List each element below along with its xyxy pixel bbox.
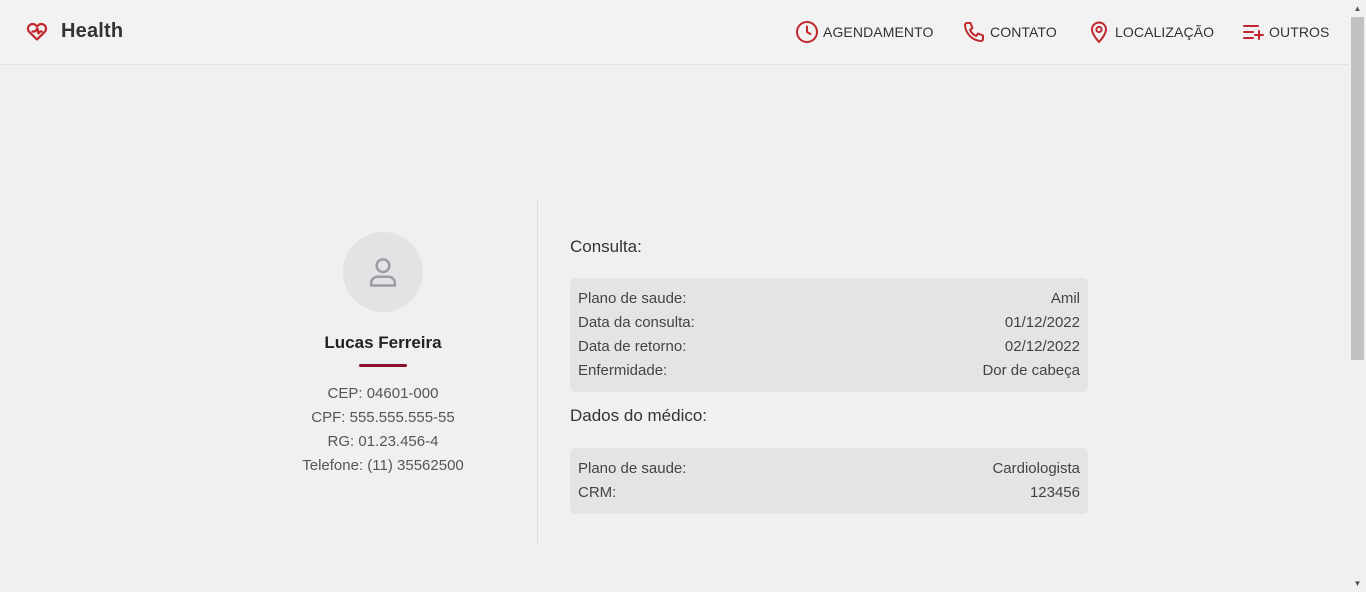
nav-outros-label: OUTROS: [1269, 24, 1330, 40]
nav-outros[interactable]: OUTROS: [1241, 20, 1330, 44]
consulta-row-data-retorno: Data de retorno: 02/12/2022: [578, 335, 1080, 359]
name-underline: [359, 364, 407, 367]
avatar: [343, 232, 423, 312]
medico-title: Dados do médico:: [570, 406, 708, 425]
phone-icon: [964, 22, 984, 42]
medico-row-especialidade: Plano de saude: Cardiologista: [578, 457, 1080, 481]
medico-row-crm: CRM: 123456: [578, 481, 1080, 505]
patient-name: Lucas Ferreira: [324, 333, 442, 352]
nav-contato-label: CONTATO: [990, 24, 1057, 40]
nav-localizacao-label: LOCALIZAÇÃO: [1115, 24, 1215, 40]
patient-telefone: Telefone: (11) 35562500: [302, 457, 464, 474]
consulta-row-plano: Plano de saude: Amil: [578, 287, 1080, 311]
row-value: Amil: [1050, 290, 1080, 307]
nav-agendamento[interactable]: AGENDAMENTO: [795, 20, 934, 44]
medico-card: Plano de saude: Cardiologista CRM: 12345…: [570, 448, 1088, 514]
scrollbar-thumb[interactable]: [1351, 17, 1364, 360]
top-navbar: Health AGENDAMENTO CONTATO LOCALIZAÇÃO O…: [0, 0, 1349, 65]
consulta-card: Plano de saude: Amil Data da consulta: 0…: [570, 278, 1088, 392]
page-scrollbar[interactable]: ▲ ▼: [1349, 0, 1366, 592]
row-value: 01/12/2022: [1004, 314, 1080, 331]
nav-agendamento-label: AGENDAMENTO: [823, 24, 934, 40]
heart-pulse-icon: [26, 22, 48, 41]
vertical-divider: [537, 200, 538, 545]
patient-rg: RG: 01.23.456-4: [327, 433, 439, 450]
patient-profile: Lucas Ferreira CEP: 04601-000 CPF: 555.5…: [283, 232, 483, 478]
brand-logo-link[interactable]: Health: [25, 19, 123, 43]
patient-cep: CEP: 04601-000: [327, 385, 439, 402]
row-value: Dor de cabeça: [982, 362, 1080, 379]
brand-name: Health: [61, 19, 124, 42]
consulta-row-data-consulta: Data da consulta: 01/12/2022: [578, 311, 1080, 335]
consulta-title: Consulta:: [570, 237, 642, 256]
row-label: Data de retorno:: [578, 338, 687, 355]
clock-icon: [796, 21, 818, 43]
row-value: 02/12/2022: [1004, 338, 1080, 355]
user-icon: [369, 258, 397, 287]
map-pin-icon: [1091, 21, 1107, 43]
row-label: Plano de saude:: [578, 460, 687, 477]
row-label: Data da consulta:: [578, 314, 695, 331]
nav-contato[interactable]: CONTATO: [962, 20, 1057, 44]
row-label: CRM:: [578, 484, 617, 501]
row-value: Cardiologista: [992, 460, 1080, 477]
patient-cpf: CPF: 555.555.555-55: [311, 409, 455, 426]
list-plus-icon: [1243, 25, 1264, 40]
nav-localizacao[interactable]: LOCALIZAÇÃO: [1087, 20, 1214, 44]
row-label: Plano de saude:: [578, 290, 687, 307]
row-label: Enfermidade:: [578, 362, 668, 379]
scroll-up-arrow-icon[interactable]: ▲: [1349, 0, 1366, 17]
scroll-down-arrow-icon[interactable]: ▼: [1349, 575, 1366, 592]
row-value: 123456: [1029, 484, 1080, 501]
consulta-row-enfermidade: Enfermidade: Dor de cabeça: [578, 359, 1080, 383]
